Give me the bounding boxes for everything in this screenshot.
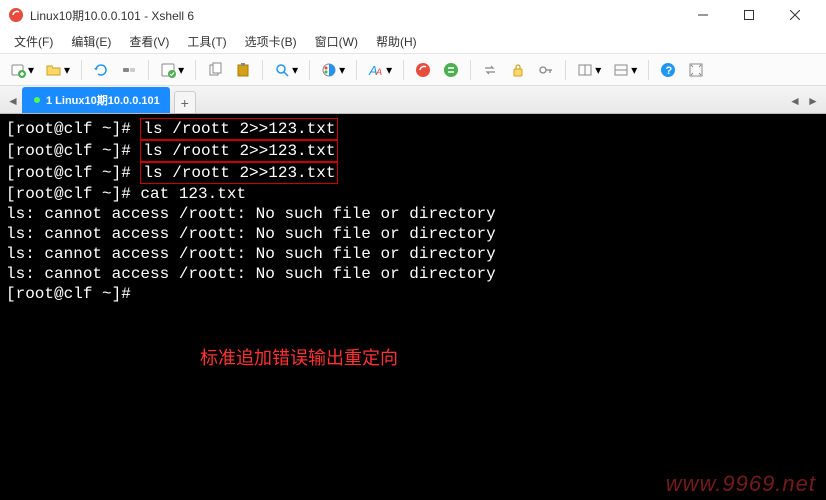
xshell-logo-button[interactable] <box>411 59 435 81</box>
toolbar-separator <box>262 60 263 80</box>
highlighted-command: ls /roott 2>>123.txt <box>140 140 338 162</box>
key-button[interactable] <box>534 59 558 81</box>
terminal-output: ls: cannot access /roott: No such file o… <box>6 224 820 244</box>
shell-prompt: [root@clf ~]# <box>6 285 140 303</box>
toolbar: ▾ ▾ ▾ ▾ ▾ AA▾ ▾ ▾ ? <box>0 54 826 86</box>
help-button[interactable]: ? <box>656 59 680 81</box>
lock-button[interactable] <box>506 59 530 81</box>
shell-prompt: [root@clf ~]# <box>6 185 140 203</box>
terminal-output: ls: cannot access /roott: No such file o… <box>6 244 820 264</box>
menu-edit[interactable]: 编辑(E) <box>63 30 119 53</box>
annotation-text: 标准追加错误输出重定向 <box>200 348 398 368</box>
disconnect-button[interactable] <box>117 59 141 81</box>
connection-status-icon <box>34 97 40 103</box>
minimize-button[interactable] <box>680 0 726 30</box>
menu-tabs[interactable]: 选项卡(B) <box>237 30 305 53</box>
toolbar-separator <box>81 60 82 80</box>
shell-prompt: [root@clf ~]# <box>6 164 140 182</box>
tab-scroll-right[interactable]: ► <box>804 89 822 113</box>
svg-text:A: A <box>375 67 382 77</box>
toolbar-separator <box>148 60 149 80</box>
tabbar: ◄ 1 Linux10期10.0.0.101 + ◄ ► <box>0 86 826 114</box>
chevron-down-icon: ▾ <box>339 63 345 77</box>
window-title: Linux10期10.0.0.101 - Xshell 6 <box>30 7 680 24</box>
tab-scroll-left[interactable]: ◄ <box>4 89 22 113</box>
menu-help[interactable]: 帮助(H) <box>368 30 425 53</box>
shell-prompt: [root@clf ~]# <box>6 120 140 138</box>
toolbar-separator <box>195 60 196 80</box>
chevron-down-icon: ▾ <box>28 63 34 77</box>
titlebar: Linux10期10.0.0.101 - Xshell 6 <box>0 0 826 30</box>
tab-label: 1 Linux10期10.0.0.101 <box>46 92 160 108</box>
terminal-line: [root@clf ~]# ls /roott 2>>123.txt <box>6 140 820 162</box>
shell-prompt: [root@clf ~]# <box>6 142 140 160</box>
tab-nav-right: ◄ ► <box>786 89 822 113</box>
toolbar-separator <box>309 60 310 80</box>
toolbar-separator <box>403 60 404 80</box>
shell-command: cat 123.txt <box>140 185 246 203</box>
chevron-down-icon: ▾ <box>178 63 184 77</box>
svg-text:?: ? <box>666 65 673 77</box>
terminal-line: [root@clf ~]# cat 123.txt <box>6 184 820 204</box>
tab-active[interactable]: 1 Linux10期10.0.0.101 <box>22 87 170 113</box>
watermark-text: www.9969.net <box>666 474 816 494</box>
highlighted-command: ls /roott 2>>123.txt <box>140 162 338 184</box>
chevron-down-icon: ▾ <box>64 63 70 77</box>
window-controls <box>680 0 818 30</box>
terminal-output: ls: cannot access /roott: No such file o… <box>6 264 820 284</box>
fullscreen-button[interactable] <box>684 59 708 81</box>
chevron-down-icon: ▾ <box>631 63 637 77</box>
menu-view[interactable]: 查看(V) <box>121 30 177 53</box>
app-logo-icon <box>8 7 24 23</box>
terminal-output: ls: cannot access /roott: No such file o… <box>6 204 820 224</box>
terminal[interactable]: [root@clf ~]# ls /roott 2>>123.txt [root… <box>0 114 826 500</box>
toolbar-separator <box>356 60 357 80</box>
maximize-button[interactable] <box>726 0 772 30</box>
menubar: 文件(F) 编辑(E) 查看(V) 工具(T) 选项卡(B) 窗口(W) 帮助(… <box>0 30 826 54</box>
transfer-button[interactable] <box>478 59 502 81</box>
new-session-button[interactable]: ▾ <box>6 59 38 81</box>
paste-button[interactable] <box>231 59 255 81</box>
tab-add-button[interactable]: + <box>174 91 196 113</box>
open-button[interactable]: ▾ <box>42 59 74 81</box>
layout-vertical-button[interactable]: ▾ <box>609 59 641 81</box>
close-button[interactable] <box>772 0 818 30</box>
toolbar-separator <box>565 60 566 80</box>
chevron-down-icon: ▾ <box>292 63 298 77</box>
terminal-line: [root@clf ~]# ls /roott 2>>123.txt <box>6 118 820 140</box>
find-button[interactable]: ▾ <box>270 59 302 81</box>
terminal-line: [root@clf ~]# ls /roott 2>>123.txt <box>6 162 820 184</box>
reconnect-button[interactable] <box>89 59 113 81</box>
color-scheme-button[interactable]: ▾ <box>317 59 349 81</box>
terminal-line: [root@clf ~]# <box>6 284 820 304</box>
xftp-button[interactable] <box>439 59 463 81</box>
copy-button[interactable] <box>203 59 227 81</box>
chevron-down-icon: ▾ <box>595 63 601 77</box>
font-button[interactable]: AA▾ <box>364 59 396 81</box>
menu-tools[interactable]: 工具(T) <box>179 30 234 53</box>
menu-file[interactable]: 文件(F) <box>6 30 61 53</box>
tab-scroll-left-2[interactable]: ◄ <box>786 89 804 113</box>
toolbar-separator <box>470 60 471 80</box>
layout-horizontal-button[interactable]: ▾ <box>573 59 605 81</box>
chevron-down-icon: ▾ <box>386 63 392 77</box>
highlighted-command: ls /roott 2>>123.txt <box>140 118 338 140</box>
properties-button[interactable]: ▾ <box>156 59 188 81</box>
toolbar-separator <box>648 60 649 80</box>
menu-window[interactable]: 窗口(W) <box>307 30 366 53</box>
